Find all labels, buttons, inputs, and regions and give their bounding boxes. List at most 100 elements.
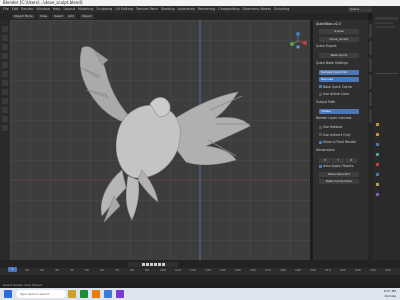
- panel-value-field[interactable]: Denoise: [319, 77, 359, 82]
- jump-start-icon[interactable]: [142, 263, 145, 266]
- prev-key-icon[interactable]: [146, 263, 149, 266]
- tool-button-icon[interactable]: [2, 26, 8, 32]
- menu-item[interactable]: Rendering: [198, 6, 215, 13]
- checkbox-label: Auto Apply Objects: [323, 164, 354, 168]
- tool-button-icon[interactable]: [2, 116, 8, 122]
- menu-item[interactable]: Scripting: [274, 6, 289, 13]
- bird-sculpture[interactable]: [79, 46, 251, 223]
- menu-item[interactable]: Modeling: [78, 6, 93, 13]
- panel-checkbox[interactable]: Use Holdout: [319, 125, 342, 129]
- checkbox-icon[interactable]: [319, 92, 322, 96]
- menu-item[interactable]: File: [3, 6, 9, 13]
- panel-checkbox[interactable]: Use Active Color: [319, 92, 349, 96]
- menu-item[interactable]: Window: [36, 6, 49, 13]
- panel-button[interactable]: Bake Selected: [319, 171, 359, 177]
- menu-item[interactable]: Edit: [12, 6, 19, 13]
- header-tool[interactable]: Object: [80, 14, 94, 19]
- menu-item[interactable]: UV Editing: [115, 6, 133, 13]
- chrome-browser-icon[interactable]: [80, 290, 88, 298]
- panel-value-field[interactable]: Sample Count 64: [319, 69, 359, 75]
- tool-button-icon[interactable]: [2, 89, 8, 95]
- menu-item[interactable]: Render: [21, 6, 33, 13]
- menu-item[interactable]: Layout: [63, 6, 75, 13]
- sidebar-tab[interactable]: [369, 41, 372, 55]
- dimension-field[interactable]: Y: [332, 157, 344, 163]
- dimension-field[interactable]: Z: [345, 157, 357, 163]
- frame-tick-label: 200: [310, 268, 316, 272]
- frame-ruler[interactable]: 0102030405060708090100110120130140150160…: [0, 268, 400, 275]
- panel-checkbox[interactable]: Bake Quick Cache: [319, 85, 352, 89]
- taskbar-search-input[interactable]: Type here to search: [16, 290, 66, 298]
- tool-button-icon[interactable]: [2, 35, 8, 41]
- panel-checkbox[interactable]: Use Indirect Only: [319, 133, 350, 137]
- frame-tick-label: 10: [25, 268, 29, 272]
- checkbox-icon[interactable]: [319, 164, 322, 168]
- next-key-icon[interactable]: [158, 263, 161, 266]
- menu-item[interactable]: Sculpting: [96, 6, 112, 13]
- panel-field[interactable]: Dove_Sculpt: [319, 36, 359, 42]
- sidebar-tab[interactable]: [369, 58, 372, 72]
- 3d-viewport[interactable]: [10, 20, 310, 260]
- menu-item[interactable]: Help: [53, 6, 61, 13]
- play-reverse-icon[interactable]: [150, 263, 153, 266]
- sidebar-tab[interactable]: [369, 75, 372, 89]
- panel-button[interactable]: Bake Cache Clear: [319, 179, 359, 184]
- frame-tick-label: 190: [295, 268, 301, 272]
- neg-z-axis-handle-icon[interactable]: [296, 45, 300, 49]
- header-tool[interactable]: View: [38, 14, 50, 19]
- panel-field[interactable]: Scene: [319, 29, 359, 34]
- panel-button[interactable]: Bake Quick: [319, 53, 359, 58]
- tool-button-icon[interactable]: [2, 80, 8, 86]
- start-menu-icon[interactable]: [4, 290, 12, 298]
- panel-value-field[interactable]: //bake/: [319, 108, 359, 114]
- checkbox-icon[interactable]: [319, 133, 322, 136]
- store-icon[interactable]: [104, 290, 112, 298]
- file-explorer-icon[interactable]: [68, 290, 76, 298]
- header-tool[interactable]: Add: [66, 14, 76, 19]
- play-icon[interactable]: [154, 263, 157, 266]
- checkbox-icon[interactable]: [319, 140, 322, 144]
- panel-checkbox[interactable]: Auto Apply Objects: [319, 164, 353, 168]
- playback-controls[interactable]: [128, 262, 178, 267]
- checkbox-icon[interactable]: [319, 85, 322, 88]
- npanel-title: QuickTools v2.3: [316, 22, 341, 26]
- y-axis-handle-icon[interactable]: [290, 42, 294, 46]
- navigation-gizmo[interactable]: [289, 32, 307, 50]
- blender-app-icon[interactable]: [92, 290, 100, 298]
- checkbox-icon[interactable]: [319, 125, 322, 129]
- frame-tick-label: 90: [145, 268, 149, 272]
- sidebar-tab[interactable]: [369, 24, 372, 38]
- x-axis-handle-icon[interactable]: [303, 41, 307, 45]
- menu-item[interactable]: Shading: [161, 6, 175, 13]
- jump-end-icon[interactable]: [162, 263, 165, 266]
- menu-item[interactable]: Texture Paint: [136, 6, 158, 13]
- menu-item[interactable]: Compositing: [218, 6, 239, 13]
- tool-button-icon[interactable]: [2, 125, 8, 131]
- weather-widget[interactable]: Climate: [384, 294, 396, 299]
- tool-button-icon[interactable]: [2, 53, 8, 59]
- frame-tick-label: 120: [190, 268, 196, 272]
- z-axis-handle-icon[interactable]: [296, 32, 300, 36]
- panel-checkbox[interactable]: Show in Final Render: [319, 140, 356, 144]
- menu-items: File Edit Render Window Help Layout Modeling Sc…: [0, 6, 400, 13]
- app-icon[interactable]: [116, 290, 124, 298]
- header-tool[interactable]: Object Mode: [12, 14, 35, 19]
- tool-button-icon[interactable]: [2, 62, 8, 68]
- scene-selector[interactable]: Scene: [348, 7, 372, 12]
- header-tool[interactable]: Select: [52, 14, 66, 19]
- current-frame-indicator[interactable]: 1: [8, 267, 17, 272]
- frame-tick-label: 100: [160, 268, 166, 272]
- outliner-properties-editor[interactable]: [373, 13, 400, 260]
- tool-button-icon[interactable]: [2, 98, 8, 104]
- frame-tick-label: 170: [265, 268, 271, 272]
- tool-button-icon[interactable]: [2, 44, 8, 50]
- sidebar-tab[interactable]: [369, 92, 372, 106]
- sidebar-tab[interactable]: [369, 109, 372, 123]
- menu-item[interactable]: Animation: [178, 6, 195, 13]
- tool-button-icon[interactable]: [2, 107, 8, 113]
- menu-item[interactable]: Geometry Nodes: [243, 6, 272, 13]
- dimension-field[interactable]: X: [319, 157, 331, 163]
- tool-button-icon[interactable]: [2, 71, 8, 77]
- timeline[interactable]: 0102030405060708090100110120130140150160…: [0, 260, 400, 282]
- checkbox-label: Use Indirect Only: [323, 132, 351, 137]
